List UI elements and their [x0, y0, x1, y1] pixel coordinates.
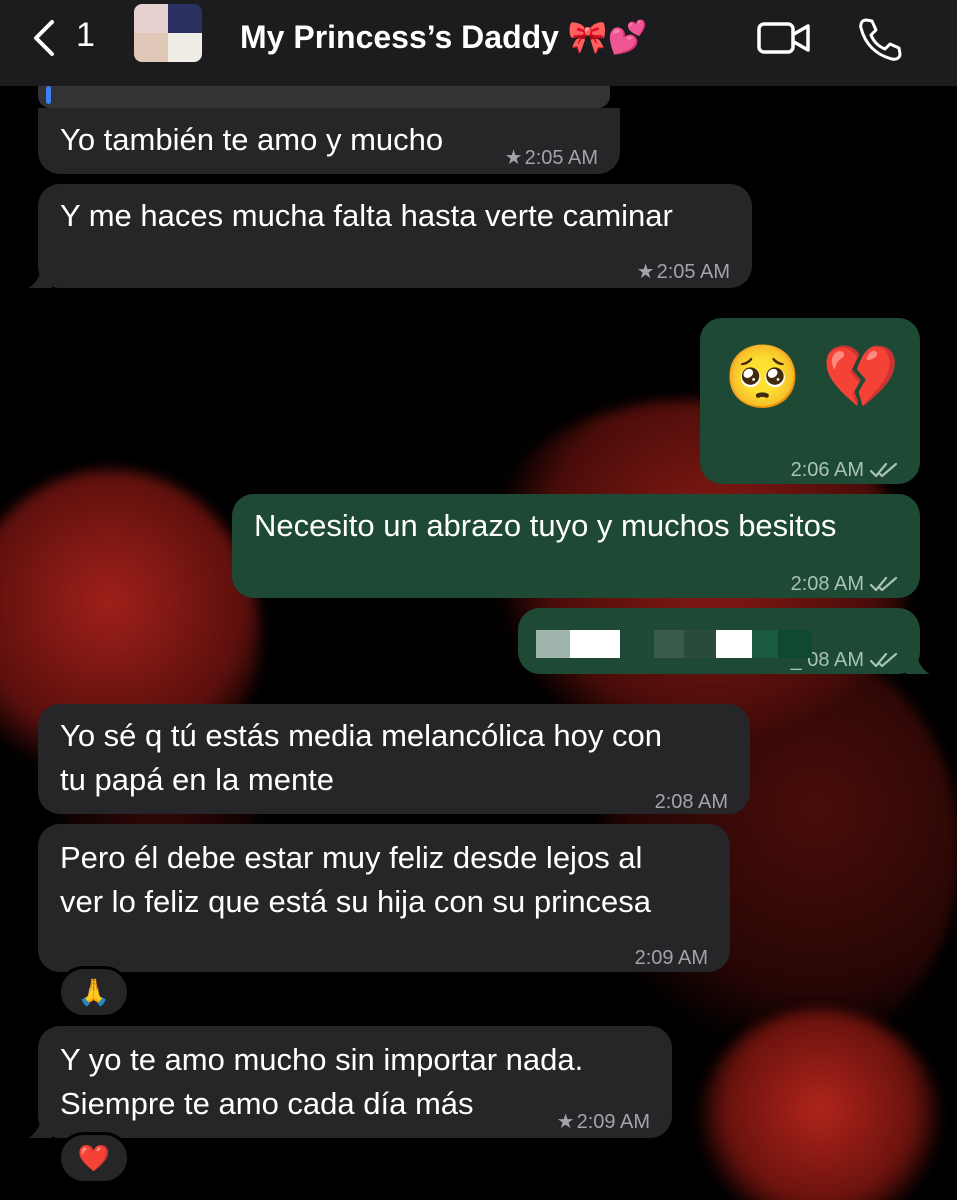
- chat-header: 1 My Princess’s Daddy 🎀💕: [0, 0, 957, 86]
- message-time: 2:08 AM: [654, 791, 728, 813]
- double-check-icon: [870, 576, 898, 592]
- phone-icon: [859, 18, 902, 61]
- praying-hands-icon: 🙏: [77, 976, 111, 1007]
- message-text-line: Pero él debe estar muy feliz desde lejos…: [60, 840, 643, 875]
- contact-name[interactable]: My Princess’s Daddy 🎀💕: [240, 18, 648, 56]
- message-bubble-incoming[interactable]: Yo también te amo y mucho ★ 2:05 AM: [38, 108, 620, 174]
- video-camera-icon: [757, 22, 810, 54]
- avatar[interactable]: [134, 4, 202, 62]
- message-time: 2:05 AM: [524, 147, 598, 169]
- reply-quote-preview[interactable]: [38, 86, 610, 108]
- message-meta: 2:08 AM: [791, 562, 898, 606]
- star-icon: ★: [504, 147, 523, 169]
- unread-count[interactable]: 1: [76, 16, 95, 55]
- message-text-line: tu papá en la mente: [60, 762, 335, 797]
- message-text: 🥺 💔: [724, 343, 902, 412]
- voice-call-button[interactable]: [856, 14, 906, 64]
- message-meta: ★ 2:05 AM: [637, 250, 730, 294]
- heart-icon: ❤️: [77, 1142, 111, 1173]
- message-time: 2:08 AM: [790, 573, 864, 595]
- message-text-line: Y yo te amo mucho sin importar nada.: [60, 1042, 584, 1077]
- message-meta: 2:09 AM: [635, 936, 708, 980]
- message-bubble-outgoing[interactable]: _ 08 AM: [518, 608, 930, 674]
- message-bubble-incoming[interactable]: Y yo te amo mucho sin importar nada. Sie…: [28, 1026, 672, 1138]
- redacted-content: [536, 630, 812, 658]
- message-meta: 2:08 AM: [655, 780, 728, 824]
- message-text-line: Siempre te amo cada día más: [60, 1086, 474, 1121]
- message-time: 2:09 AM: [576, 1111, 650, 1133]
- star-icon: ★: [636, 261, 655, 283]
- message-meta: ★ 2:09 AM: [557, 1100, 650, 1144]
- bubble-tail: [28, 1116, 52, 1138]
- back-button[interactable]: [26, 18, 66, 58]
- message-text-line: Yo sé q tú estás media melancólica hoy c…: [60, 718, 662, 753]
- message-bubble-outgoing[interactable]: 🥺 💔 2:06 AM: [700, 318, 920, 484]
- message-text: Necesito un abrazo tuyo y muchos besitos: [254, 508, 837, 543]
- message-reaction[interactable]: ❤️: [58, 1132, 130, 1184]
- star-icon: ★: [556, 1111, 575, 1133]
- message-text: Y me haces mucha falta hasta verte camin…: [60, 198, 673, 233]
- message-reaction[interactable]: 🙏: [58, 966, 130, 1018]
- message-time: 2:06 AM: [790, 459, 864, 481]
- reply-quote-bar: [46, 86, 51, 104]
- message-time: 2:09 AM: [634, 947, 708, 969]
- message-text: Yo también te amo y mucho: [60, 122, 444, 157]
- message-time: 2:05 AM: [656, 261, 730, 283]
- message-meta: ★ 2:05 AM: [505, 136, 598, 180]
- double-check-icon: [870, 652, 898, 668]
- message-bubble-incoming[interactable]: Yo sé q tú estás media melancólica hoy c…: [38, 704, 750, 814]
- bubble-tail: [906, 652, 930, 674]
- message-text-line: ver lo feliz que está su hija con su pri…: [60, 884, 652, 919]
- message-bubble-outgoing[interactable]: Necesito un abrazo tuyo y muchos besitos…: [232, 494, 920, 598]
- message-bubble-incoming[interactable]: Pero él debe estar muy feliz desde lejos…: [38, 824, 730, 972]
- chevron-left-icon: [34, 20, 54, 56]
- video-call-button[interactable]: [756, 18, 812, 58]
- double-check-icon: [870, 462, 898, 478]
- message-meta: 2:06 AM: [791, 448, 898, 492]
- bubble-tail: [28, 266, 52, 288]
- message-bubble-incoming[interactable]: Y me haces mucha falta hasta verte camin…: [28, 184, 752, 288]
